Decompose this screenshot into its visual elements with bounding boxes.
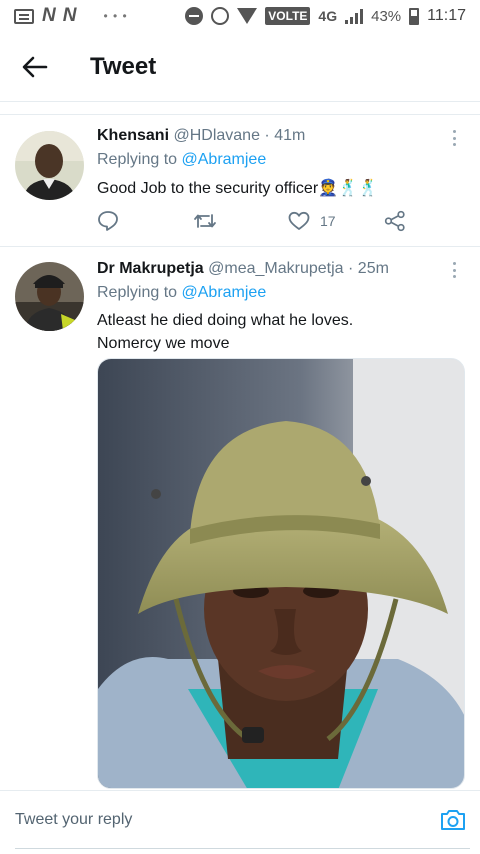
more-options-icon[interactable] [446, 260, 462, 280]
display-name[interactable]: Khensani [97, 127, 169, 144]
replying-to-label: Replying to [97, 284, 178, 301]
avatar[interactable] [15, 131, 84, 200]
reply-bar: Tweet your reply [0, 790, 480, 854]
page-title: Tweet [90, 52, 157, 80]
more-options-icon[interactable] [446, 128, 462, 148]
top-app-bar: Tweet [0, 32, 480, 102]
clock: 11:17 [427, 7, 466, 24]
tweet-actions: 17 [97, 207, 417, 235]
status-bar: N N • • • VOLTE 4G 43% 11:17 [0, 0, 480, 32]
retweet-icon [194, 214, 216, 228]
camera-icon [441, 809, 465, 830]
reply-icon [98, 211, 118, 231]
avatar[interactable] [15, 262, 84, 331]
avatar-image [15, 131, 84, 200]
tweet-header: Khensani @HDlavane · 41m [97, 126, 464, 146]
tweet-text-content: Good Job to the security officer [97, 180, 319, 197]
divider [0, 103, 480, 115]
battery-percent: 43% [371, 7, 402, 25]
avatar-image [15, 262, 84, 331]
replying-to-link[interactable]: @Abramjee [182, 284, 267, 301]
tweet-text: Atleast he died doing what he loves. Nom… [97, 309, 464, 355]
signal-icon [345, 8, 364, 24]
battery-icon [409, 7, 420, 25]
retweet-button[interactable] [193, 211, 217, 231]
tweet-text: Good Job to the security officer👮🕺🕺 [97, 177, 464, 200]
heart-icon [288, 211, 310, 230]
tweet-media-image[interactable] [97, 358, 465, 789]
tweet-khensani[interactable]: Khensani @HDlavane · 41m Replying to @Ab… [0, 116, 480, 247]
network-type: 4G [318, 8, 338, 24]
n-app-icon-2: N [62, 5, 77, 26]
camera-button[interactable] [436, 803, 470, 837]
more-notifications-icon: • • • [103, 9, 128, 23]
like-button[interactable]: 17 [288, 211, 336, 231]
tweet-text-line-1: Atleast he died doing what he loves. [97, 312, 354, 329]
replying-to-link[interactable]: @Abramjee [182, 151, 267, 168]
reply-input[interactable]: Tweet your reply [15, 791, 470, 849]
do-not-disturb-icon [185, 7, 204, 25]
share-icon [384, 210, 405, 232]
reply-placeholder: Tweet your reply [15, 810, 133, 828]
tweet-emoji: 👮🕺🕺 [318, 180, 378, 197]
message-icon [14, 8, 34, 24]
tweet-time: · 41m [264, 127, 306, 144]
like-count: 17 [320, 213, 336, 229]
n-app-icon: N [42, 5, 56, 26]
display-name[interactable]: Dr Makrupetja [97, 260, 204, 277]
alarm-icon [211, 7, 230, 25]
tweet-text-line-2: Nomercy we move [97, 335, 230, 352]
tweet-time: · 25m [348, 260, 389, 277]
arrow-left-icon [22, 56, 48, 77]
replying-to-label: Replying to [97, 151, 178, 168]
wifi-icon [237, 8, 258, 24]
share-button[interactable] [384, 210, 406, 232]
volte-badge: VOLTE [265, 7, 311, 25]
replying-to: Replying to @Abramjee [97, 283, 464, 303]
replying-to: Replying to @Abramjee [97, 150, 464, 170]
tweet-header: Dr Makrupetja @mea_Makrupetja · 25m [97, 259, 464, 279]
user-handle[interactable]: @HDlavane [173, 127, 260, 144]
back-button[interactable] [0, 32, 70, 102]
reply-button[interactable] [97, 210, 119, 232]
user-handle[interactable]: @mea_Makrupetja [208, 260, 343, 277]
photo-bucket-hat-man [98, 359, 464, 788]
